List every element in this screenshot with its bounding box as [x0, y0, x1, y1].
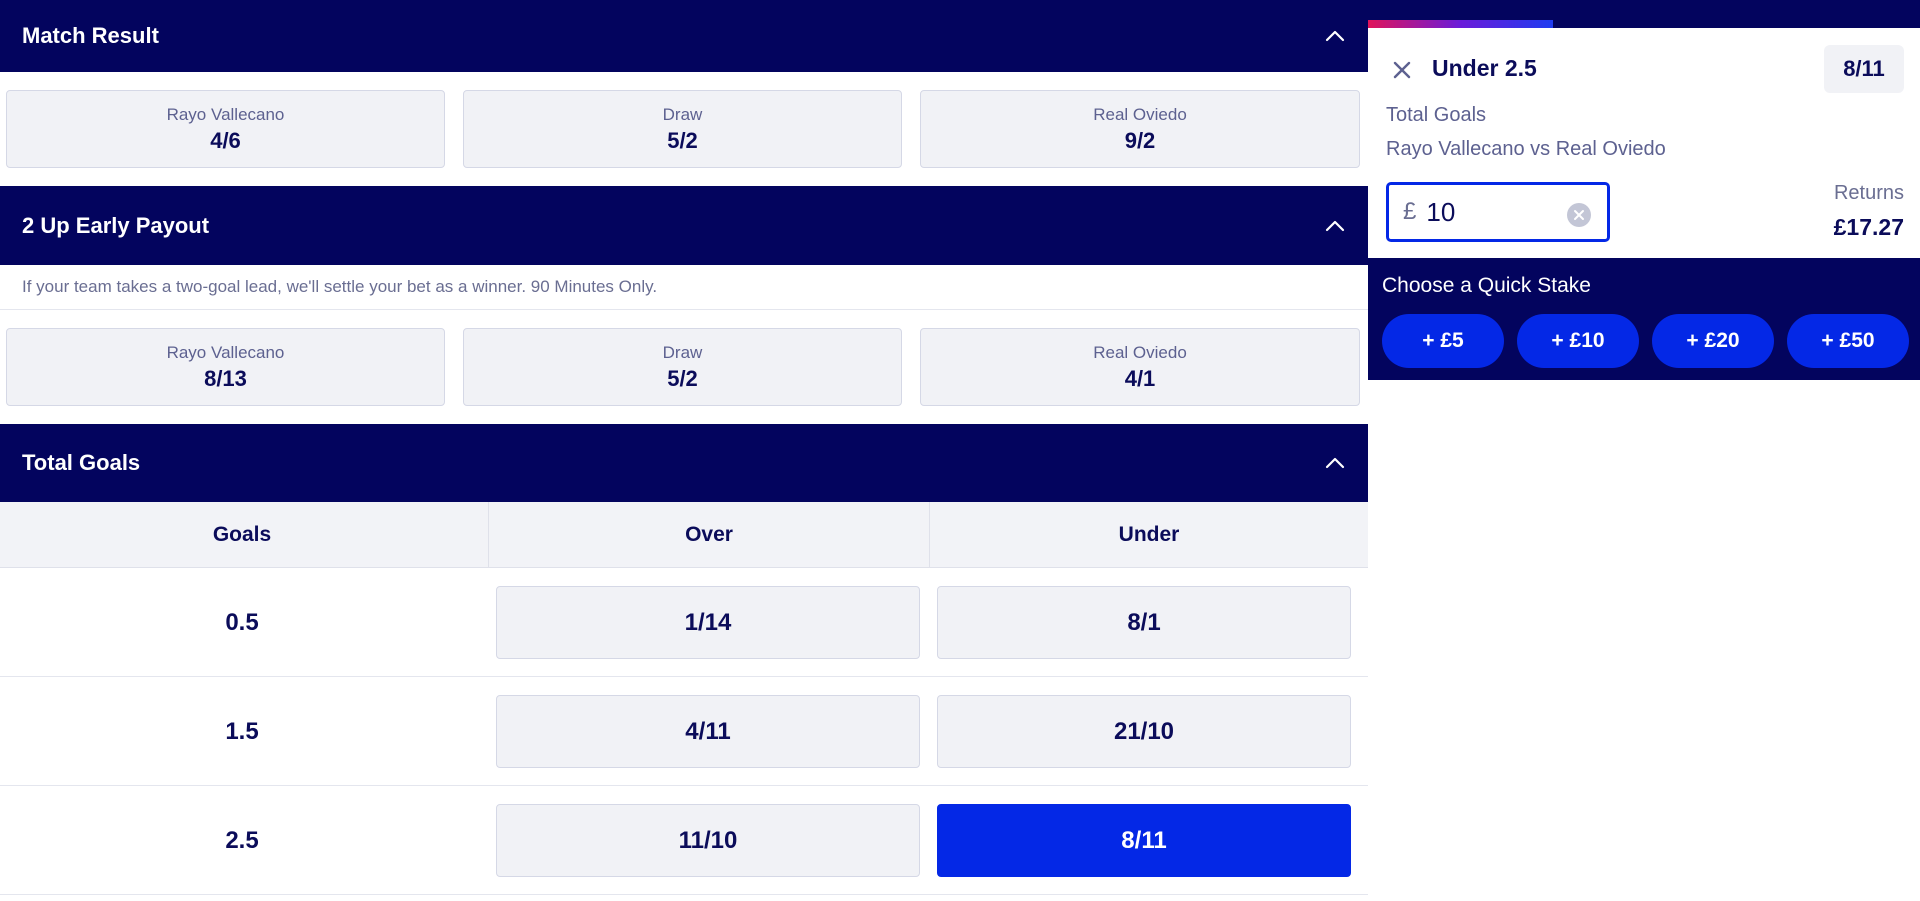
selection-odds: 4/6	[210, 127, 241, 153]
early-payout-home[interactable]: Rayo Vallecano 8/13	[6, 328, 445, 406]
selection-name: Rayo Vallecano	[166, 342, 285, 362]
column-header-over: Over	[685, 523, 733, 546]
betslip-panel: Under 2.5 8/11 Total Goals Rayo Vallecan…	[1368, 0, 1920, 901]
returns-value: £17.27	[1833, 214, 1904, 240]
betslip-selection-card: Under 2.5 8/11 Total Goals Rayo Vallecan…	[1368, 28, 1920, 258]
selection-name: Real Oviedo	[1093, 104, 1187, 124]
selection-odds: 9/2	[1124, 127, 1156, 153]
betslip-market: Total Goals	[1386, 104, 1487, 126]
stake-field[interactable]: £	[1386, 182, 1610, 242]
table-row: 2.5 11/10 8/11	[0, 786, 1368, 895]
stake-input[interactable]	[1426, 196, 1547, 228]
quick-stake-5-button[interactable]: + £5	[1382, 314, 1504, 368]
goals-line: 1.5	[225, 717, 259, 745]
selection-odds: 4/1	[1124, 365, 1156, 391]
table-row: 1.5 4/11 21/10	[0, 677, 1368, 786]
selection-name: Draw	[662, 342, 703, 362]
early-payout-away[interactable]: Real Oviedo 4/1	[920, 328, 1360, 406]
selection-odds: 5/2	[667, 365, 698, 391]
markets-panel: Match Result Rayo Vallecano 4/6 Draw 5/2…	[0, 0, 1368, 901]
selection-odds: 5/2	[667, 127, 698, 153]
table-row: 0.5 1/14 8/1	[0, 568, 1368, 677]
chevron-up-icon[interactable]	[1324, 25, 1346, 47]
quick-stake-panel: Choose a Quick Stake + £5 + £10 + £20 + …	[1368, 258, 1920, 380]
early-payout-title: 2 Up Early Payout	[22, 212, 210, 238]
over-odds-button[interactable]: 11/10	[496, 804, 920, 877]
chevron-up-icon[interactable]	[1324, 452, 1346, 474]
over-odds-button[interactable]: 4/11	[496, 695, 920, 768]
total-goals-title: Total Goals	[22, 450, 141, 475]
match-result-header[interactable]: Match Result	[0, 0, 1368, 72]
column-header-under: Under	[1118, 523, 1180, 546]
early-payout-selections: Rayo Vallecano 8/13 Draw 5/2 Real Oviedo…	[0, 310, 1368, 424]
match-result-draw[interactable]: Draw 5/2	[463, 90, 902, 168]
early-payout-notice: If your team takes a two-goal lead, we'l…	[0, 265, 1368, 310]
currency-symbol: £	[1403, 198, 1417, 225]
close-icon[interactable]	[1390, 58, 1414, 82]
goals-line: 0.5	[225, 608, 259, 636]
quick-stake-10-button[interactable]: + £10	[1517, 314, 1639, 368]
selection-odds: 8/13	[204, 365, 247, 391]
selection-name: Rayo Vallecano	[166, 104, 285, 124]
selection-name: Real Oviedo	[1093, 342, 1187, 362]
match-result-selections: Rayo Vallecano 4/6 Draw 5/2 Real Oviedo …	[0, 72, 1368, 186]
goals-line: 2.5	[225, 826, 259, 854]
total-goals-header[interactable]: Total Goals	[0, 424, 1368, 502]
betslip-accent-stripe	[1368, 20, 1553, 28]
clear-icon[interactable]	[1567, 203, 1591, 227]
betslip-event: Rayo Vallecano vs Real Oviedo	[1386, 138, 1666, 160]
early-payout-header[interactable]: 2 Up Early Payout	[0, 186, 1368, 265]
returns-label: Returns	[1833, 182, 1904, 204]
under-odds-button-selected[interactable]: 8/11	[937, 804, 1351, 877]
betslip-selection-name: Under 2.5	[1432, 55, 1537, 81]
chevron-up-icon[interactable]	[1324, 215, 1346, 237]
selection-name: Draw	[662, 104, 703, 124]
betslip-top-bar	[1368, 0, 1920, 28]
over-odds-button[interactable]: 1/14	[496, 586, 920, 659]
quick-stake-20-button[interactable]: + £20	[1652, 314, 1774, 368]
column-header-goals: Goals	[212, 523, 272, 546]
under-odds-button[interactable]: 21/10	[937, 695, 1351, 768]
match-result-home[interactable]: Rayo Vallecano 4/6	[6, 90, 445, 168]
match-result-away[interactable]: Real Oviedo 9/2	[920, 90, 1360, 168]
early-payout-draw[interactable]: Draw 5/2	[463, 328, 902, 406]
betslip-odds-badge: 8/11	[1824, 45, 1904, 93]
quick-stake-label: Choose a Quick Stake	[1382, 274, 1591, 297]
total-goals-column-headers: Goals Over Under	[0, 502, 1368, 568]
quick-stake-50-button[interactable]: + £50	[1787, 314, 1909, 368]
under-odds-button[interactable]: 8/1	[937, 586, 1351, 659]
match-result-title: Match Result	[22, 23, 159, 48]
